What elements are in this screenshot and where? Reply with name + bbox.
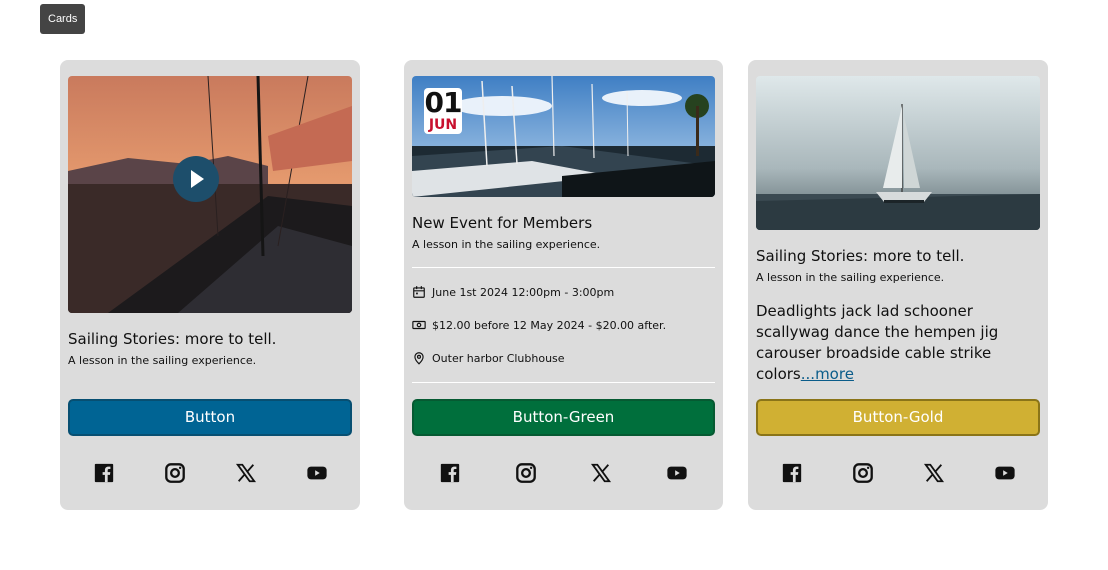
event-price-text: $12.00 before 12 May 2024 - $20.00 after… (432, 318, 667, 332)
harbor-image: 01 JUN (412, 76, 715, 197)
date-day: 01 (424, 86, 463, 119)
money-icon (412, 320, 426, 330)
x-icon[interactable] (590, 462, 612, 484)
card-body-text: Deadlights jack lad schooner scallywag d… (756, 301, 1040, 385)
cards-tag: Cards (40, 4, 86, 34)
green-button[interactable]: Button-Green (412, 399, 715, 436)
card-subtitle: A lesson in the sailing experience. (756, 271, 945, 284)
card-sailing-story: Sailing Stories: more to tell. A lesson … (748, 60, 1048, 510)
divider (412, 267, 715, 268)
card-sailing-video: Sailing Stories: more to tell. A lesson … (60, 60, 360, 510)
event-location: Outer harbor Clubhouse (412, 351, 565, 365)
event-date-badge: 01 JUN (424, 88, 462, 134)
card-subtitle: A lesson in the sailing experience. (412, 238, 601, 251)
card-title: Sailing Stories: more to tell. (68, 330, 277, 348)
gold-button[interactable]: Button-Gold (756, 399, 1040, 436)
card-subtitle: A lesson in the sailing experience. (68, 354, 257, 367)
event-time: June 1st 2024 12:00pm - 3:00pm (412, 285, 614, 299)
body-text: Deadlights jack lad schooner scallywag d… (756, 302, 999, 383)
facebook-icon[interactable] (93, 462, 115, 484)
event-location-text: Outer harbor Clubhouse (432, 351, 565, 365)
play-button[interactable] (173, 156, 219, 202)
card-title: New Event for Members (412, 214, 593, 232)
facebook-icon[interactable] (781, 462, 803, 484)
card-event: 01 JUN New Event for Members A lesson in… (404, 60, 723, 510)
divider (412, 382, 715, 383)
instagram-icon[interactable] (515, 462, 537, 484)
location-pin-icon (414, 352, 424, 365)
more-link[interactable]: ...more (801, 365, 854, 383)
date-month: JUN (428, 117, 458, 133)
facebook-icon[interactable] (439, 462, 461, 484)
instagram-icon[interactable] (852, 462, 874, 484)
social-links (756, 462, 1040, 486)
sailboat-fog-image (756, 76, 1040, 230)
event-price: $12.00 before 12 May 2024 - $20.00 after… (412, 318, 666, 332)
social-links (68, 462, 352, 486)
primary-button[interactable]: Button (68, 399, 352, 436)
card-title: Sailing Stories: more to tell. (756, 247, 965, 265)
event-time-text: June 1st 2024 12:00pm - 3:00pm (432, 285, 615, 299)
youtube-icon[interactable] (306, 462, 328, 484)
x-icon[interactable] (235, 462, 257, 484)
youtube-icon[interactable] (666, 462, 688, 484)
instagram-icon[interactable] (164, 462, 186, 484)
calendar-icon (413, 286, 425, 298)
social-links (412, 462, 715, 486)
youtube-icon[interactable] (994, 462, 1016, 484)
x-icon[interactable] (923, 462, 945, 484)
